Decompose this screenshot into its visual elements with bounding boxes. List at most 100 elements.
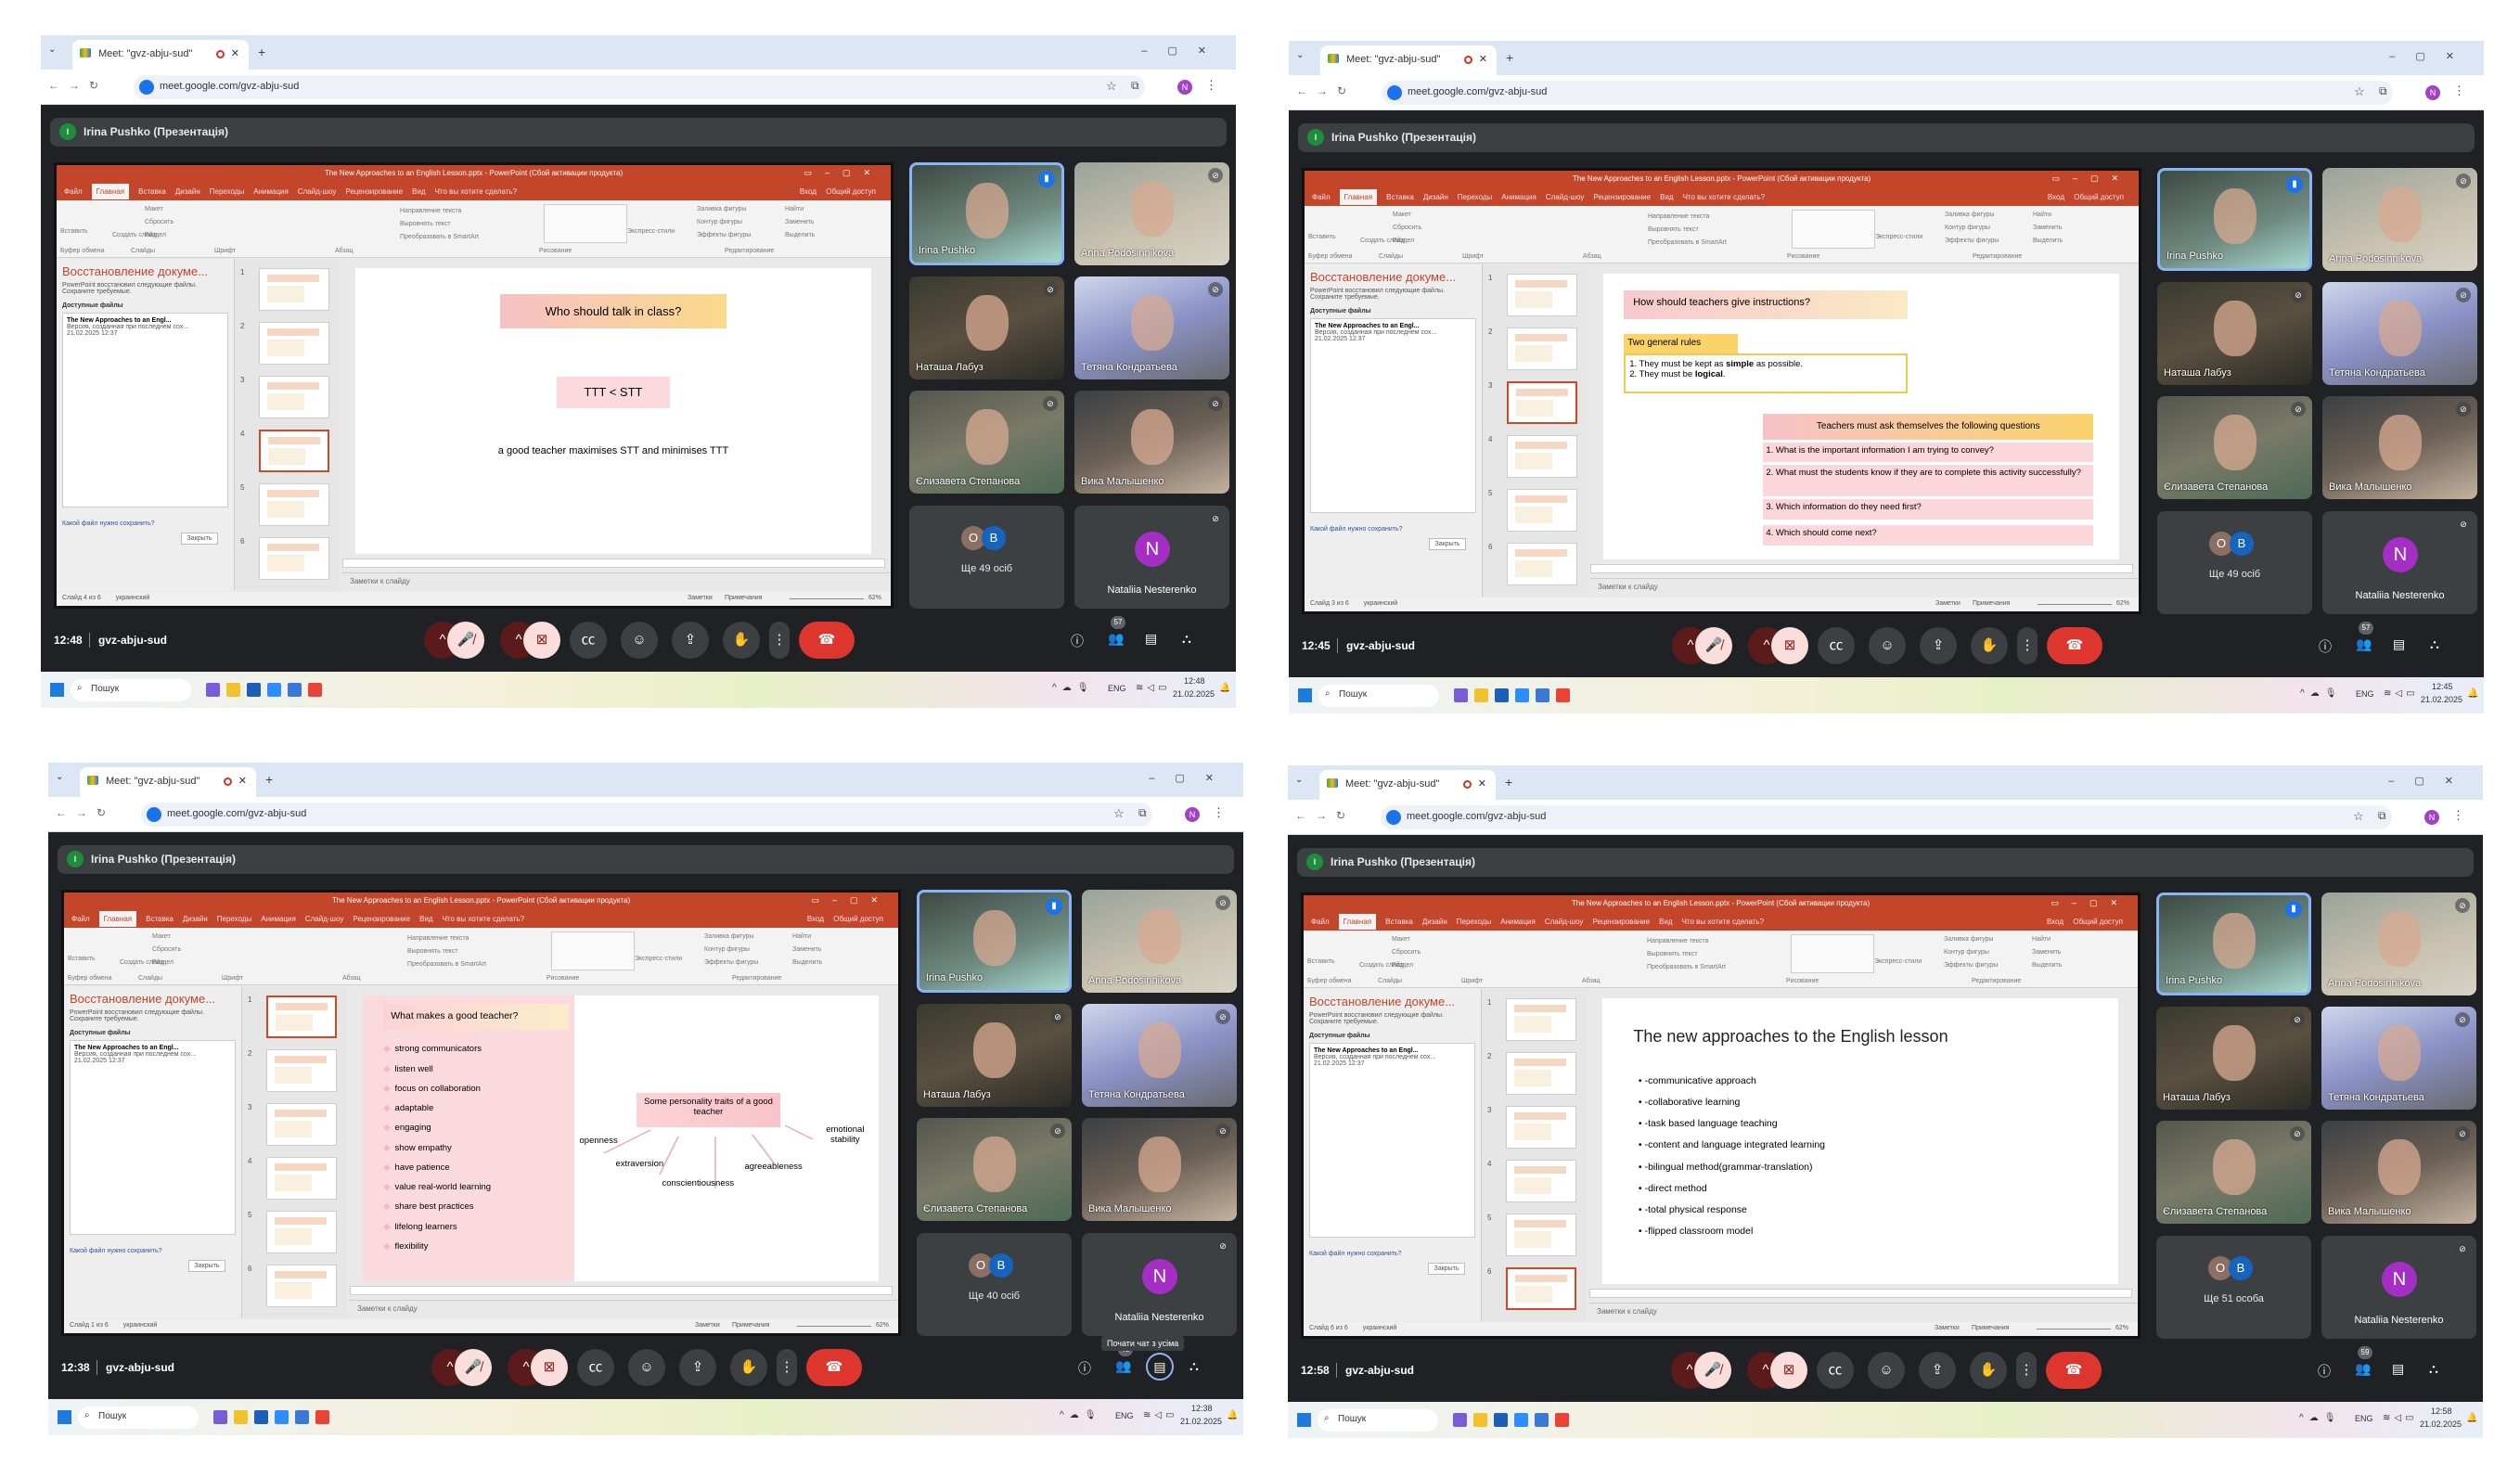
ribbon-button[interactable]: Контур фигуры (1944, 949, 1989, 956)
participant-tile[interactable]: Тетяна Кондратьева ⊘ (2321, 1007, 2476, 1110)
ribbon-button[interactable]: Раздел (1393, 238, 1414, 244)
ribbon-button[interactable]: Макет (145, 206, 163, 212)
notification-bell-icon[interactable]: 🔔 (1219, 683, 1230, 693)
browser-tab[interactable]: Meet: "gvz-abju-sud" ✕ (1320, 45, 1497, 75)
zoom-app-icon[interactable] (267, 683, 281, 697)
taskbar-date[interactable]: 21.02.2025 (2420, 1419, 2462, 1429)
ribbon-button[interactable]: Заливка фигуры (1945, 212, 1994, 218)
chrome-icon[interactable] (308, 683, 322, 697)
participant-tile[interactable]: Anna Podosinnikova ⊘ (2322, 168, 2477, 271)
ribbon-button[interactable]: Найти (785, 206, 804, 212)
profile-avatar[interactable]: N (2425, 85, 2440, 100)
ppt-share[interactable]: Общий доступ (2073, 918, 2123, 926)
more-options-button[interactable]: ⋮ (2016, 1352, 2037, 1389)
ribbon-button[interactable]: Раздел (152, 959, 174, 966)
slide-thumbnail[interactable] (1507, 274, 1577, 316)
browser-menu-icon[interactable]: ⋮ (2452, 808, 2464, 823)
ppt-menu-item[interactable]: Вставка (1386, 193, 1414, 201)
ribbon-button[interactable]: Раздел (145, 232, 166, 238)
taskbar-date[interactable]: 21.02.2025 (2421, 695, 2462, 704)
ppt-menu-item[interactable]: Переходы (1457, 918, 1492, 926)
taskbar-search[interactable]: ⌕ Пошук (78, 1406, 199, 1429)
ppt-menu-item[interactable]: Вставка (1385, 918, 1413, 926)
zoom-slider[interactable] (790, 598, 864, 599)
ppt-menu-item[interactable]: Слайд-шоу (298, 187, 336, 196)
slide-thumbnail[interactable] (1507, 489, 1577, 532)
ribbon-button[interactable]: Экспресс-стили (1874, 958, 1922, 965)
raise-hand-button[interactable]: ✋ (1971, 627, 2008, 664)
activities-icon[interactable]: ⛬ (1189, 1358, 1199, 1374)
ribbon-button[interactable]: Найти (792, 933, 811, 940)
browser-menu-icon[interactable]: ⋮ (1213, 805, 1225, 820)
slide-notes[interactable]: Заметки к слайду (1589, 1303, 2137, 1320)
copilot-icon[interactable] (1454, 688, 1468, 702)
ppt-menu-item[interactable]: Переходы (217, 915, 252, 923)
tray-icons[interactable]: ^☁🎙 (1060, 1410, 1101, 1420)
captions-button[interactable]: ㏄ (570, 622, 607, 659)
present-screen-button[interactable]: ⇪ (1920, 627, 1957, 664)
ribbon-button[interactable]: Выделить (2032, 962, 2062, 969)
chrome-icon[interactable] (1556, 688, 1570, 702)
ribbon-button[interactable]: Вставить (60, 228, 88, 235)
slide-thumbnail[interactable] (1507, 381, 1577, 424)
others-tile[interactable]: O B Ще 49 осіб (909, 506, 1064, 609)
ppt-menu-item[interactable]: Вид (1659, 918, 1672, 926)
slide-thumbnail[interactable] (259, 537, 329, 580)
mic-muted-button[interactable]: 🎤̸ (1695, 627, 1732, 664)
activities-icon[interactable]: ⛬ (2429, 1361, 2438, 1377)
recovery-close-button[interactable]: Закрыть (1429, 538, 1466, 550)
taskbar-search[interactable]: ⌕ Пошук (1318, 685, 1439, 707)
participant-tile[interactable]: Anna Podosinnikova ⊘ (1074, 162, 1229, 265)
ppt-menu-item[interactable]: Рецензирование (1593, 193, 1651, 201)
ribbon-button[interactable]: Выделить (785, 232, 815, 238)
ppt-menu-item[interactable]: Анимация (253, 187, 289, 196)
participant-tile[interactable]: Єлизавета Степанова ⊘ (909, 391, 1064, 494)
notification-bell-icon[interactable]: 🔔 (2466, 1413, 2477, 1423)
slide-scrollbar[interactable] (1589, 1289, 2132, 1298)
captions-button[interactable]: ㏄ (1817, 1352, 1854, 1389)
taskbar-date[interactable]: 21.02.2025 (1180, 1417, 1222, 1426)
chat-icon[interactable]: ▤ (1146, 1353, 1174, 1381)
ribbon-button[interactable]: Выделить (792, 959, 822, 966)
new-tab-icon[interactable]: + (258, 45, 265, 59)
more-options-button[interactable]: ⋮ (2017, 627, 2038, 664)
ppt-menu-item[interactable]: Рецензирование (353, 915, 410, 923)
language-indicator[interactable]: ENG (2356, 689, 2374, 699)
taskbar-date[interactable]: 21.02.2025 (1173, 689, 1215, 699)
ribbon-button[interactable]: Заменить (2033, 225, 2062, 231)
emoji-reactions-button[interactable]: ☺ (628, 1349, 665, 1386)
participant-tile[interactable]: ⊘ N Nataliia Nesterenko (2322, 511, 2477, 614)
nav-buttons[interactable]: ←→↻ (1296, 84, 1356, 97)
taskbar-clock[interactable]: 12:38 (1191, 1404, 1213, 1413)
tray-icons[interactable]: ^☁🎙 (2299, 1413, 2341, 1423)
ppt-menu-item[interactable]: Вид (419, 915, 432, 923)
windows-start-icon[interactable] (58, 1410, 71, 1424)
browser-tab[interactable]: Meet: "gvz-abju-sud" ✕ (72, 40, 249, 70)
tray-icons[interactable]: ^☁🎙 (1052, 683, 1094, 693)
language-indicator[interactable]: ENG (1108, 684, 1126, 693)
windows-start-icon[interactable] (50, 683, 64, 697)
nav-buttons[interactable]: ←→↻ (48, 79, 108, 92)
participant-tile[interactable]: Єлизавета Степанова ⊘ (917, 1118, 1072, 1221)
ppt-menu-item[interactable]: Вид (1660, 193, 1673, 201)
ppt-share[interactable]: Общий доступ (2074, 193, 2124, 201)
notes-app-icon[interactable] (295, 1410, 309, 1424)
meeting-info-icon[interactable]: ⓘ (1071, 632, 1084, 650)
chat-icon[interactable]: ▤ (1145, 631, 1157, 647)
store-icon[interactable] (254, 1410, 268, 1424)
zoom-slider[interactable] (2038, 604, 2112, 605)
ribbon-button[interactable]: Раздел (1392, 962, 1413, 969)
tab-search-chevron-icon[interactable]: ⌄ (56, 772, 63, 782)
store-icon[interactable] (1495, 688, 1509, 702)
ppt-menu-item[interactable]: Главная (98, 911, 137, 927)
ribbon-button[interactable]: Сбросить (145, 219, 174, 225)
slide-thumbnail[interactable] (1506, 1214, 1576, 1256)
tab-close-icon[interactable]: ✕ (1479, 53, 1487, 65)
notification-bell-icon[interactable]: 🔔 (1227, 1410, 1238, 1420)
profile-avatar[interactable]: N (1185, 807, 1200, 822)
language-indicator[interactable]: ENG (2355, 1414, 2373, 1423)
ppt-menu-item[interactable]: Вид (412, 187, 425, 196)
ppt-signin[interactable]: Вход (2048, 193, 2064, 201)
ppt-menu-item[interactable]: Дизайн (1422, 918, 1447, 926)
leave-call-button[interactable]: ☎ (799, 622, 855, 659)
